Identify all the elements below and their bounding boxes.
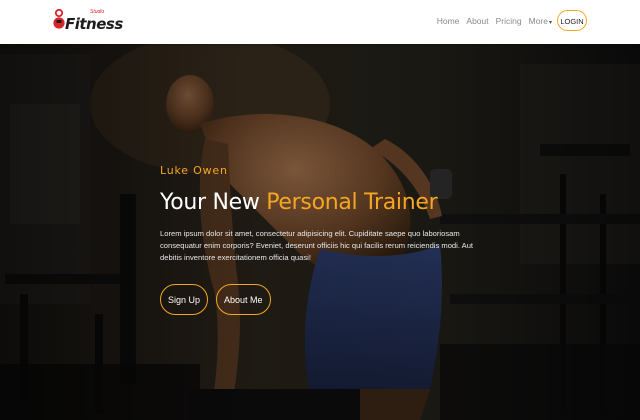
hero-description: Lorem ipsum dolor sit amet, consectetur …	[160, 229, 474, 262]
nav-about[interactable]: About	[466, 16, 488, 26]
sign-up-button[interactable]: Sign Up	[160, 284, 209, 315]
navbar: Studio Fitness Home About Pricing More▾ …	[0, 0, 640, 44]
nav-more-dropdown[interactable]: More▾	[529, 16, 552, 26]
hero-button-group: Sign Up About Me	[160, 284, 500, 315]
brand-name: Fitness	[65, 15, 123, 33]
hero-title-accent: Personal Trainer	[266, 190, 438, 215]
kettlebell-icon	[53, 8, 65, 29]
hero-title-plain: Your New	[160, 190, 267, 215]
nav-home[interactable]: Home	[437, 16, 460, 26]
about-me-button[interactable]: About Me	[216, 284, 271, 315]
nav-pricing[interactable]: Pricing	[496, 16, 522, 26]
login-button[interactable]: LOGIN	[557, 10, 587, 31]
nav-more-label: More	[528, 16, 548, 26]
trainer-name: Luke Owen	[160, 164, 228, 177]
main-nav: Home About Pricing More▾	[437, 16, 552, 26]
hero-content: Luke Owen Your New Personal Trainer Lore…	[160, 164, 500, 315]
hero-section: Luke Owen Your New Personal Trainer Lore…	[0, 44, 640, 420]
hero-title: Your New Personal Trainer	[160, 190, 500, 215]
brand-logo[interactable]: Studio Fitness	[53, 6, 123, 36]
caret-down-icon: ▾	[548, 20, 552, 26]
